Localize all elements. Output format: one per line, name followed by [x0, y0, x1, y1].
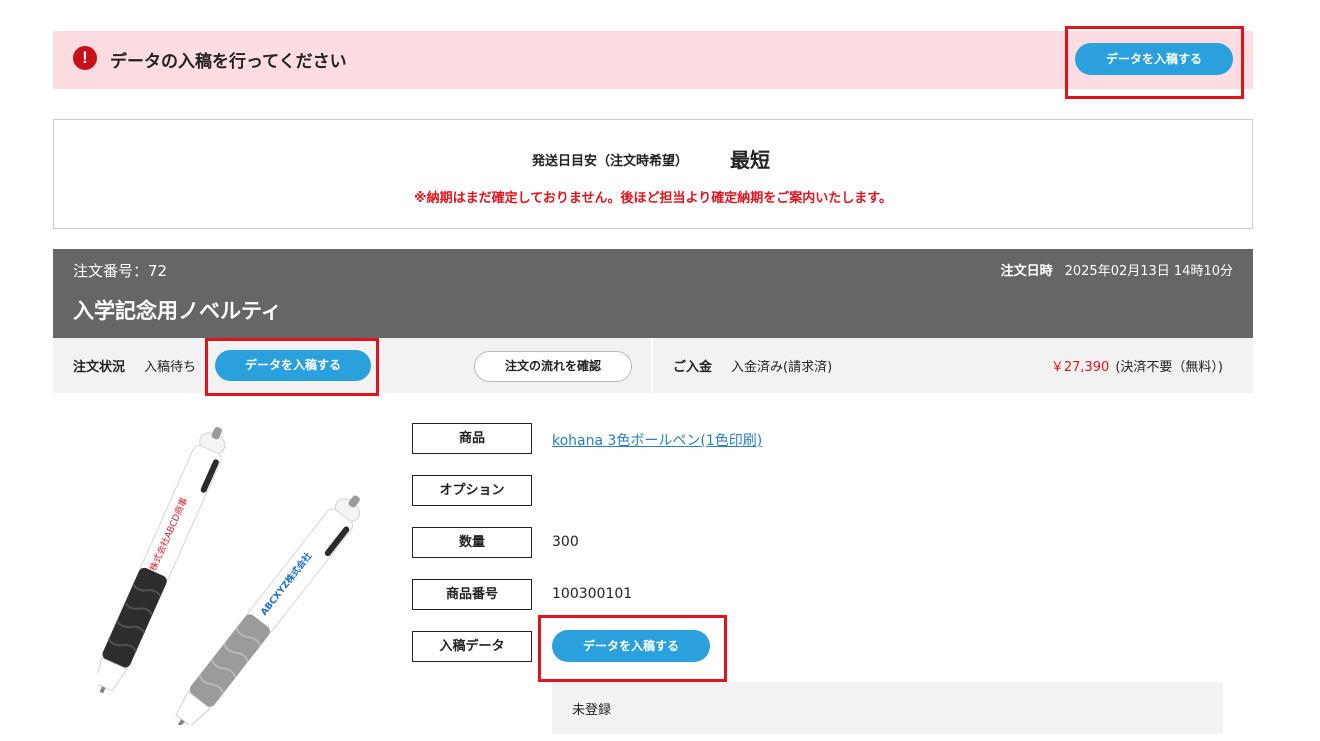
order-price: ￥27,390 (決済不要（無料）) [1051, 356, 1223, 375]
shipping-note: ※納期はまだ確定しておりません。後ほど担当より確定納期をご案内いたします。 [414, 191, 892, 206]
pen-black-grip: 株式会社ABCD商事 [98, 427, 226, 694]
status-value: 入稿待ち [144, 360, 197, 375]
shipping-label: 発送日目安（注文時希望） [532, 154, 689, 169]
order-date: 注文日時 2025年02月13日 14時10分 [1001, 260, 1233, 279]
shipping-estimate-box: 発送日目安（注文時希望） 最短 ※納期はまだ確定しておりません。後ほど担当より確… [53, 119, 1253, 229]
label-quantity: 数量 [412, 527, 532, 558]
highlight-box [538, 615, 727, 682]
label-option: オプション [412, 475, 532, 506]
exclamation-icon: ! [73, 46, 97, 70]
label-product: 商品 [412, 423, 532, 454]
order-date-value: 2025年02月13日 14時10分 [1064, 264, 1233, 279]
highlight-box [1065, 26, 1244, 99]
status-label: 注文状況 [73, 360, 126, 375]
product-number-value: 100300101 [552, 586, 633, 602]
shipping-value: 最短 [730, 148, 770, 172]
pen-product-image: 株式会社ABCD商事 ABCXYZ株式会社 [98, 427, 360, 725]
product-name-link[interactable]: kohana 3色ボールペン(1色印刷) [552, 430, 762, 450]
alert-message: データの入稿を行ってください [110, 52, 347, 72]
order-number: 注文番号：72 [73, 262, 168, 280]
order-date-label: 注文日時 [1000, 264, 1053, 279]
price-note: (決済不要（無料）) [1115, 360, 1223, 375]
status-divider [651, 338, 653, 393]
quantity-value: 300 [552, 534, 579, 550]
label-product-number: 商品番号 [412, 579, 532, 610]
price-amount: ￥27,390 [1050, 360, 1110, 375]
highlight-box [205, 338, 379, 396]
upload-status: 未登録 [552, 682, 1223, 734]
order-header: 注文番号：72 注文日時 2025年02月13日 14時10分 入学記念用ノベルテ… [53, 249, 1253, 338]
label-upload-data: 入稿データ [412, 631, 532, 662]
payment-label: ご入金 [673, 360, 713, 375]
order-title: 入学記念用ノベルティ [73, 299, 282, 323]
pen-gray-grip: ABCXYZ株式会社 [175, 495, 360, 725]
product-name[interactable]: kohana 3色ボールペン(1色印刷) [552, 433, 762, 449]
order-flow-button[interactable]: 注文の流れを確認 [474, 351, 632, 382]
payment-value: 入金済み(請求済) [731, 360, 833, 375]
